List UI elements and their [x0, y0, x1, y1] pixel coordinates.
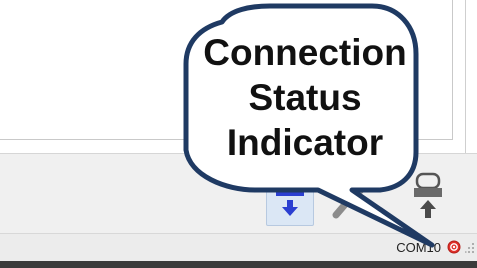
callout-line-3: Indicator [226, 122, 384, 163]
resize-grip-icon[interactable] [465, 242, 475, 256]
callout-line-2: Status [248, 77, 362, 118]
status-bar: COM10 [0, 233, 477, 261]
disconnect-button[interactable] [326, 166, 374, 226]
upload-from-device-icon [414, 172, 442, 218]
download-to-device-icon [276, 176, 304, 216]
callout-line-1: Connection [203, 32, 407, 73]
download-button[interactable] [266, 166, 314, 226]
plug-disconnected-icon [332, 177, 370, 219]
pane-divider [465, 0, 466, 153]
bottom-toolbar [0, 153, 477, 233]
disconnected-red-icon[interactable] [447, 240, 461, 254]
port-label: COM10 [396, 240, 441, 255]
upload-button[interactable] [404, 166, 452, 226]
window-bottom-edge [0, 261, 477, 268]
callout-text: Connection Status Indicator [190, 30, 420, 165]
